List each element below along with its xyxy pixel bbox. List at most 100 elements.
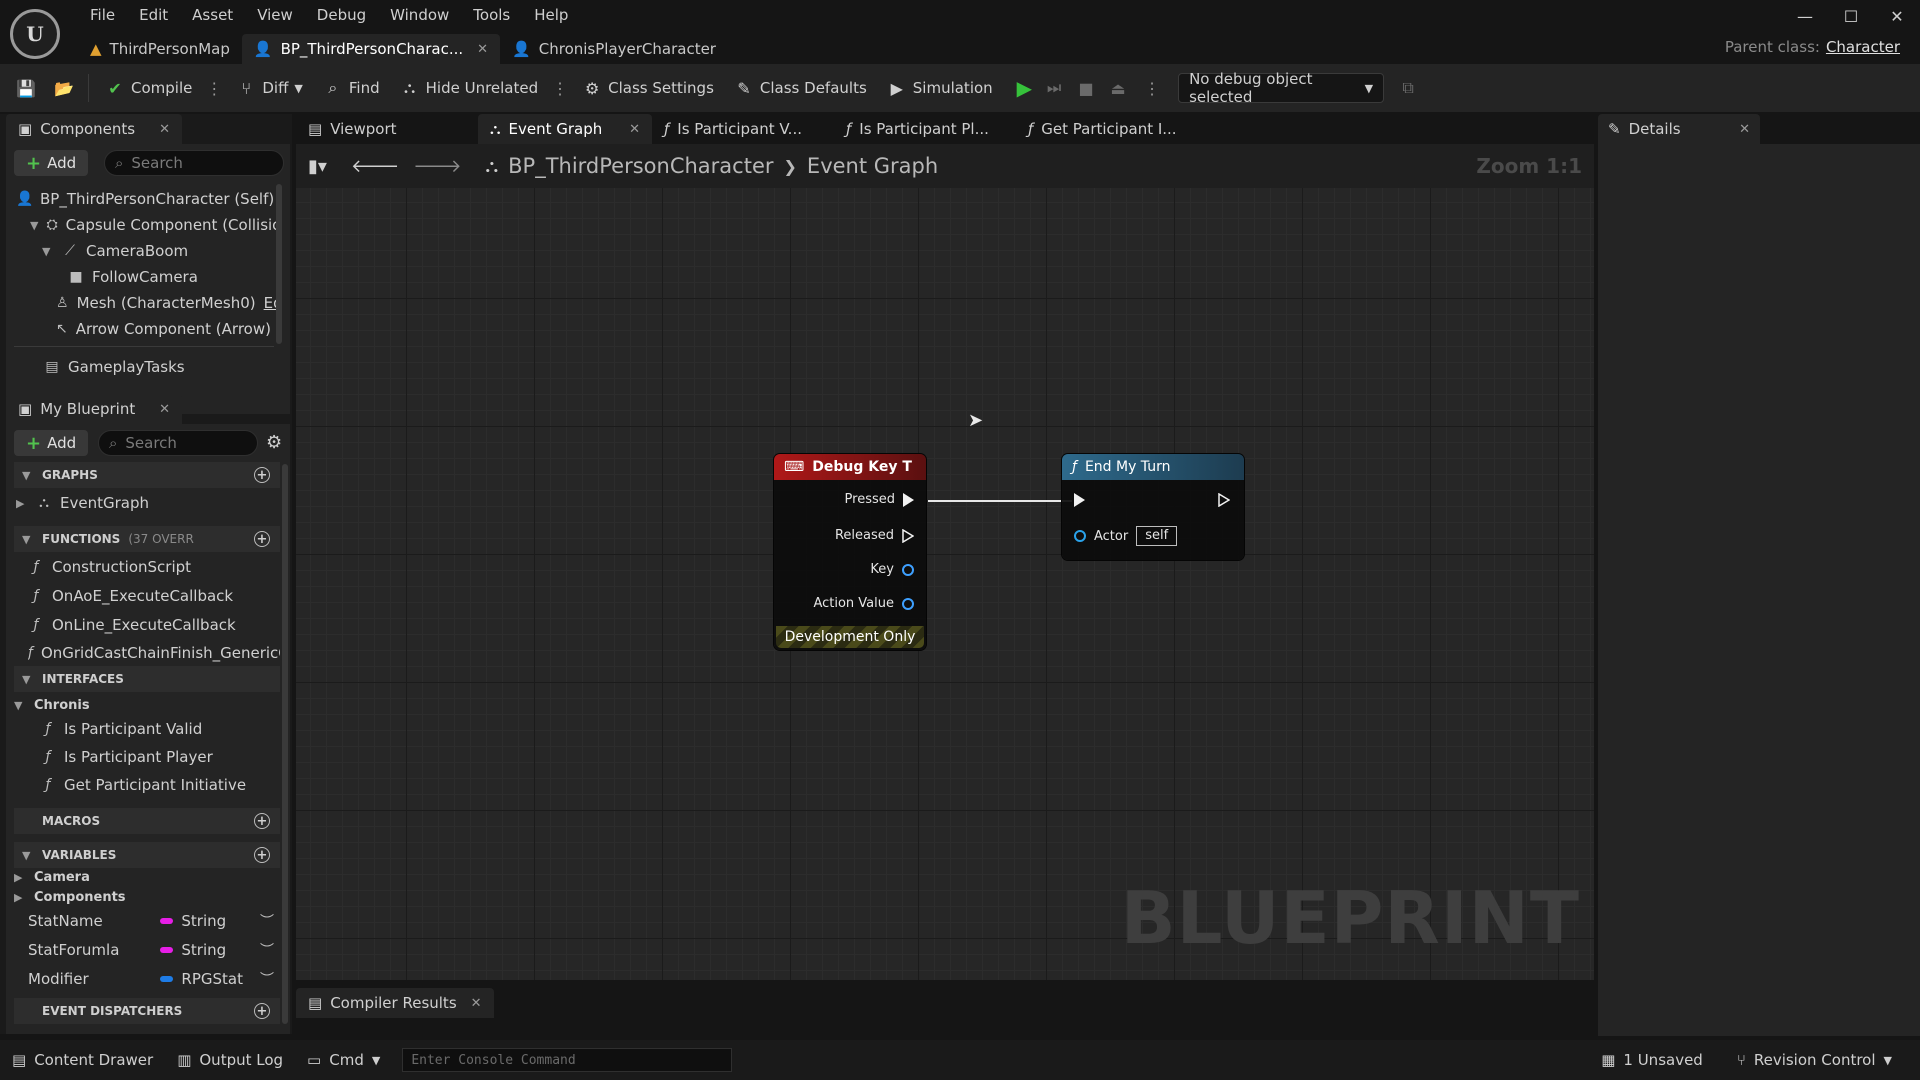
variable-type[interactable]: RPGStat xyxy=(181,970,260,988)
doc-tab-bp-thirdpersoncharacter[interactable]: 👤 BP_ThirdPersonCharac... ✕ xyxy=(241,34,501,64)
step-icon[interactable]: ⏭ xyxy=(1044,78,1064,98)
close-icon[interactable]: ✕ xyxy=(159,122,170,137)
variable-category-camera[interactable]: ▶ Camera xyxy=(14,867,276,887)
revision-control-button[interactable]: ⑂ Revision Control ▼ xyxy=(1725,1044,1904,1076)
eye-closed-icon[interactable]: ︶ xyxy=(260,940,274,960)
exec-in-pin-icon[interactable] xyxy=(1074,493,1085,507)
menu-tools[interactable]: Tools xyxy=(461,4,522,26)
doc-tab-chronisplayercharacter[interactable]: 👤 ChronisPlayerCharacter xyxy=(500,34,728,64)
pin-key[interactable]: Key xyxy=(870,562,914,577)
add-macro-icon[interactable]: + xyxy=(254,813,270,829)
pin-released[interactable]: Released xyxy=(835,528,914,543)
content-drawer-button[interactable]: ▤ Content Drawer xyxy=(0,1044,165,1076)
expand-icon[interactable]: ▶ xyxy=(16,497,28,510)
component-mesh[interactable]: ♙ Mesh (CharacterMesh0) Edi xyxy=(56,290,278,316)
pin-actor[interactable]: Actor self xyxy=(1074,526,1178,546)
details-tab[interactable]: ✎ Details ✕ xyxy=(1598,114,1760,144)
stop-icon[interactable]: ■ xyxy=(1076,78,1096,98)
menu-help[interactable]: Help xyxy=(522,4,580,26)
output-log-button[interactable]: ▥ Output Log xyxy=(165,1044,295,1076)
menu-edit[interactable]: Edit xyxy=(127,4,180,26)
add-variable-icon[interactable]: + xyxy=(254,847,270,863)
close-icon[interactable]: ✕ xyxy=(1739,122,1750,137)
data-pin-icon[interactable] xyxy=(902,597,914,610)
forward-arrow-icon[interactable]: 🡒 xyxy=(413,156,461,177)
function-item[interactable]: ƒ OnLine_ExecuteCallback xyxy=(28,612,280,638)
bookmark-icon[interactable]: ▮▾ xyxy=(308,156,327,177)
play-options-icon[interactable]: ⋮ xyxy=(1140,79,1164,98)
console-input[interactable]: Enter Console Command xyxy=(402,1048,733,1072)
cmd-button[interactable]: ▭ Cmd ▼ xyxy=(295,1044,392,1076)
close-icon[interactable]: ✕ xyxy=(477,42,488,57)
graphs-section-header[interactable]: ▼ GRAPHS + xyxy=(14,462,280,488)
component-arrow[interactable]: ↖ Arrow Component (Arrow) E xyxy=(56,316,278,342)
tab-viewport[interactable]: ▤ Viewport xyxy=(296,114,478,144)
collapse-icon[interactable]: ▼ xyxy=(22,469,34,482)
macros-section-header[interactable]: ▼ MACROS + xyxy=(14,808,280,834)
tab-event-graph[interactable]: ⛬ Event Graph ✕ xyxy=(478,114,652,144)
play-icon[interactable]: ▶ xyxy=(1017,76,1032,100)
compiler-results-tab[interactable]: ▤ Compiler Results ✕ xyxy=(296,988,494,1018)
node-debug-key-t[interactable]: ⌨ Debug Key T Pressed Released Key Actio… xyxy=(774,454,926,650)
menu-window[interactable]: Window xyxy=(378,4,461,26)
minimize-icon[interactable]: — xyxy=(1782,0,1828,32)
add-dispatcher-icon[interactable]: + xyxy=(254,1003,270,1019)
collapse-icon[interactable]: ▼ xyxy=(30,219,38,232)
debug-filter-icon[interactable]: ⧉ xyxy=(1398,78,1418,98)
back-arrow-icon[interactable]: 🡐 xyxy=(351,156,399,177)
my-blueprint-scrollbar[interactable] xyxy=(282,464,288,1024)
components-scrollbar[interactable] xyxy=(276,184,282,344)
eye-closed-icon[interactable]: ︶ xyxy=(260,969,274,989)
function-item[interactable]: ƒ OnGridCastChainFinish_GenericC xyxy=(28,640,280,666)
close-icon[interactable]: ✕ xyxy=(629,122,640,137)
tab-get-participant-initiative[interactable]: ƒ Get Participant I... xyxy=(1016,114,1198,144)
breadcrumb-root[interactable]: BP_ThirdPersonCharacter xyxy=(508,154,773,178)
menu-view[interactable]: View xyxy=(245,4,305,26)
my-blueprint-search-input[interactable]: ⌕ Search xyxy=(98,430,258,456)
doc-tab-thirdpersonmap[interactable]: ▲ ThirdPersonMap xyxy=(78,34,242,64)
menu-file[interactable]: File xyxy=(78,4,127,26)
add-component-button[interactable]: + Add xyxy=(14,150,89,176)
exec-pin-icon[interactable] xyxy=(903,492,914,507)
event-dispatchers-section-header[interactable]: ▼ EVENT DISPATCHERS + xyxy=(14,998,280,1024)
variable-row[interactable]: StatName String ︶ xyxy=(28,908,274,934)
maximize-icon[interactable]: ☐ xyxy=(1828,0,1874,32)
interface-item[interactable]: ƒ Is Participant Valid xyxy=(40,716,280,742)
class-defaults-button[interactable]: ✎ Class Defaults xyxy=(724,70,877,106)
component-self[interactable]: 👤 BP_ThirdPersonCharacter (Self) xyxy=(16,186,276,212)
functions-section-header[interactable]: ▼ FUNCTIONS (37 OVERR + xyxy=(14,526,280,552)
eye-closed-icon[interactable]: ︶ xyxy=(260,911,274,931)
exec-wire[interactable] xyxy=(928,500,1072,502)
expand-icon[interactable]: ▶ xyxy=(14,891,26,904)
components-tab[interactable]: ▣ Components ✕ xyxy=(6,114,182,144)
tab-is-participant-player[interactable]: ƒ Is Participant Pl... xyxy=(834,114,1016,144)
node-end-my-turn[interactable]: ƒ End My Turn Actor self xyxy=(1062,454,1244,560)
interface-group-chronis[interactable]: ▼ Chronis xyxy=(14,692,276,718)
debug-object-select[interactable]: No debug object selected ▼ xyxy=(1178,70,1385,106)
data-pin-icon[interactable] xyxy=(1074,530,1086,542)
collapse-icon[interactable]: ▼ xyxy=(14,699,26,712)
variables-section-header[interactable]: ▼ VARIABLES + xyxy=(14,842,280,868)
interfaces-section-header[interactable]: ▼ INTERFACES xyxy=(14,666,280,692)
pin-action-value[interactable]: Action Value xyxy=(813,596,914,611)
add-member-button[interactable]: + Add xyxy=(14,430,89,456)
menu-asset[interactable]: Asset xyxy=(180,4,245,26)
collapse-icon[interactable]: ▼ xyxy=(22,849,34,862)
exec-out-pin-hollow-icon[interactable] xyxy=(1218,493,1230,507)
variable-row[interactable]: StatForumla String ︶ xyxy=(28,937,274,963)
close-icon[interactable]: ✕ xyxy=(471,996,482,1011)
function-item[interactable]: ƒ ConstructionScript xyxy=(28,554,280,580)
unreal-logo-icon[interactable]: U xyxy=(10,9,60,59)
variable-type[interactable]: String xyxy=(181,912,260,930)
graph-item-eventgraph[interactable]: ▶ ⛬ EventGraph xyxy=(16,490,276,516)
browse-icon[interactable]: 📂 xyxy=(54,78,74,98)
interface-item[interactable]: ƒ Get Participant Initiative xyxy=(40,772,280,798)
class-settings-button[interactable]: ⚙ Class Settings xyxy=(572,70,724,106)
compile-options-icon[interactable]: ⋮ xyxy=(202,79,226,98)
save-icon[interactable]: 💾 xyxy=(16,78,36,98)
exec-pin-hollow-icon[interactable] xyxy=(902,528,914,543)
event-graph-canvas[interactable]: BLUEPRINT ➤ ⌨ Debug Key T Pressed Releas… xyxy=(296,188,1594,980)
close-icon[interactable]: ✕ xyxy=(159,402,170,417)
parent-class-link[interactable]: Character xyxy=(1826,38,1900,56)
find-button[interactable]: ⌕ Find xyxy=(313,70,390,106)
